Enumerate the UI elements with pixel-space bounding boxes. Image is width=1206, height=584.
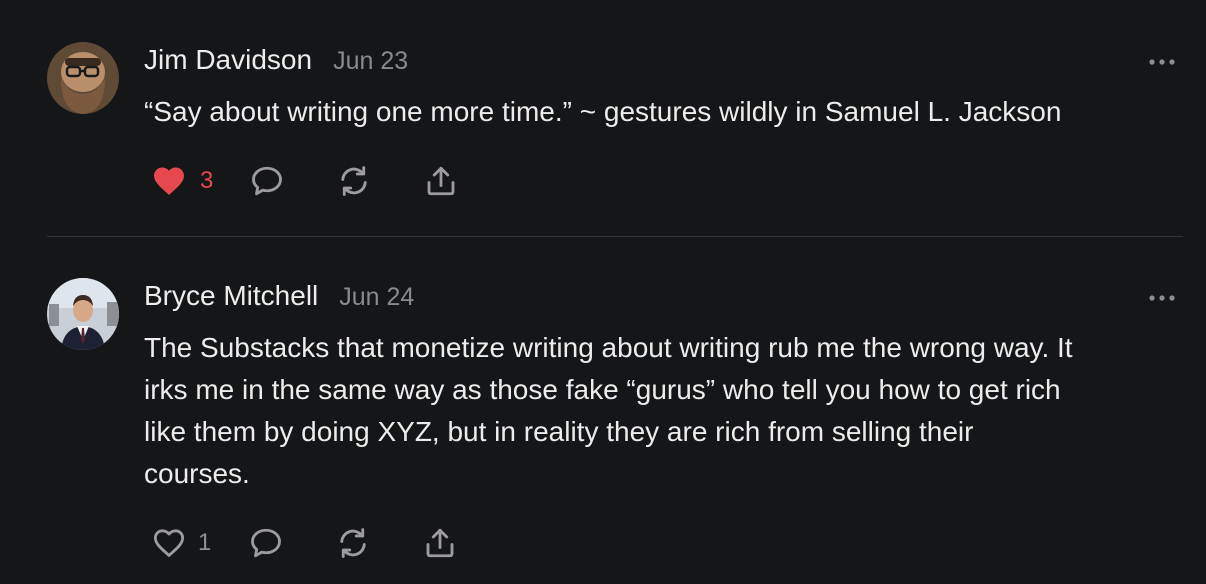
author-name[interactable]: Bryce Mitchell bbox=[144, 280, 318, 312]
comment-text-line: irks me in the same way as those fake “g… bbox=[144, 374, 1061, 405]
comment-text-line: courses. bbox=[144, 458, 250, 489]
comment-actions: 3 bbox=[150, 157, 459, 205]
restack-button[interactable] bbox=[335, 525, 371, 561]
comment-date[interactable]: Jun 23 bbox=[333, 47, 408, 76]
restack-button[interactable] bbox=[336, 163, 372, 199]
heart-icon bbox=[154, 167, 184, 195]
comment-text: The Substacks that monetize writing abou… bbox=[144, 327, 1194, 495]
comment-header: Bryce Mitchell Jun 24 bbox=[144, 280, 414, 316]
comment-date[interactable]: Jun 24 bbox=[339, 283, 414, 312]
avatar[interactable] bbox=[47, 42, 119, 114]
more-dots-icon bbox=[1149, 295, 1175, 301]
more-options-button[interactable] bbox=[1146, 290, 1178, 306]
share-button[interactable] bbox=[423, 163, 459, 199]
author-name[interactable]: Jim Davidson bbox=[144, 44, 312, 76]
comment-header: Jim Davidson Jun 23 bbox=[144, 44, 408, 80]
like-button[interactable]: 1 bbox=[150, 525, 211, 561]
more-options-button[interactable] bbox=[1146, 54, 1178, 70]
comment-text-line: like them by doing XYZ, but in reality t… bbox=[144, 416, 974, 447]
comment-text: “Say about writing one more time.” ~ ges… bbox=[144, 96, 1062, 127]
restack-icon bbox=[340, 528, 367, 558]
comment-divider bbox=[47, 236, 1183, 237]
comment-bubble-icon bbox=[251, 528, 282, 558]
share-icon bbox=[426, 528, 454, 558]
comment-bubble-icon bbox=[252, 166, 283, 196]
share-icon bbox=[427, 166, 455, 196]
comment-actions: 1 bbox=[150, 519, 458, 567]
reply-button[interactable] bbox=[249, 163, 285, 199]
avatar[interactable] bbox=[47, 278, 119, 350]
more-dots-icon bbox=[1149, 59, 1175, 65]
like-count: 1 bbox=[198, 529, 212, 556]
share-button[interactable] bbox=[422, 525, 458, 561]
like-count: 3 bbox=[200, 167, 214, 194]
heart-icon bbox=[153, 529, 185, 557]
restack-icon bbox=[341, 166, 368, 196]
reply-button[interactable] bbox=[248, 525, 284, 561]
comment-text-line: The Substacks that monetize writing abou… bbox=[144, 332, 1073, 363]
like-button[interactable]: 3 bbox=[150, 163, 213, 199]
